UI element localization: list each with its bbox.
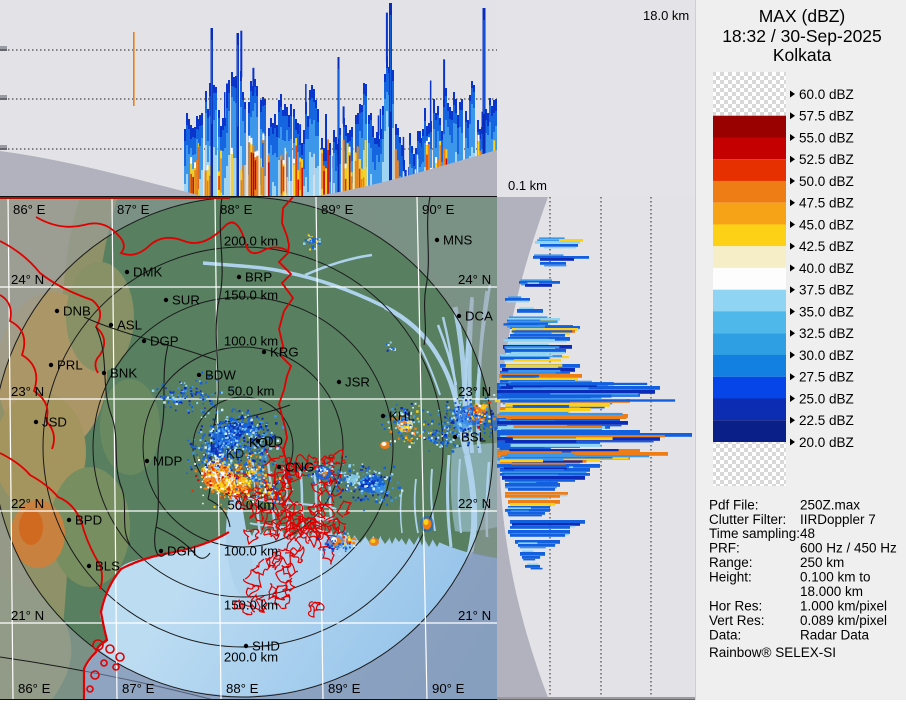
svg-text:100.0 km: 100.0 km (224, 544, 278, 559)
svg-text:BNK: BNK (110, 366, 137, 381)
svg-text:50.0 km: 50.0 km (228, 498, 275, 513)
svg-text:50.0 dBZ: 50.0 dBZ (799, 174, 854, 189)
svg-text:22.5 dBZ: 22.5 dBZ (799, 413, 854, 428)
svg-text:MDP: MDP (153, 454, 183, 469)
svg-text:200.0 km: 200.0 km (224, 234, 278, 249)
svg-text:BRP: BRP (245, 270, 272, 285)
svg-text:1.000 km/pixel: 1.000 km/pixel (800, 599, 887, 614)
svg-text:Clutter Filter:: Clutter Filter: (709, 512, 786, 527)
svg-text:BDW: BDW (205, 368, 236, 383)
svg-text:250 km: 250 km (800, 555, 844, 570)
svg-text:24° N: 24° N (11, 272, 44, 287)
svg-text:88° E: 88° E (226, 681, 259, 696)
svg-text:DCA: DCA (465, 309, 493, 324)
svg-text:BSL: BSL (461, 430, 486, 445)
svg-text:90° E: 90° E (432, 681, 465, 696)
svg-text:KOL: KOL (249, 435, 275, 450)
svg-text:DMK: DMK (133, 265, 163, 280)
svg-text:Time sampling:48: Time sampling:48 (709, 526, 815, 541)
svg-text:JSR: JSR (345, 375, 370, 390)
svg-text:ASL: ASL (117, 318, 142, 333)
svg-text:89° E: 89° E (328, 681, 361, 696)
svg-text:Height:: Height: (709, 570, 752, 585)
svg-text:18.0 km: 18.0 km (643, 8, 689, 23)
svg-text:PRF:: PRF: (709, 541, 740, 556)
svg-text:KD: KD (226, 446, 244, 461)
svg-text:JSD: JSD (42, 415, 67, 430)
svg-text:150.0 km: 150.0 km (224, 288, 278, 303)
svg-text:24° N: 24° N (458, 272, 491, 287)
svg-text:0.100 km to: 0.100 km to (800, 570, 871, 585)
svg-text:40.0 dBZ: 40.0 dBZ (799, 261, 854, 276)
svg-text:87° E: 87° E (122, 681, 155, 696)
svg-text:87° E: 87° E (117, 202, 150, 217)
svg-text:250Z.max: 250Z.max (800, 498, 860, 513)
svg-text:88° E: 88° E (220, 202, 253, 217)
svg-text:18:32 / 30-Sep-2025: 18:32 / 30-Sep-2025 (722, 26, 882, 46)
svg-text:0.089 km/pixel: 0.089 km/pixel (800, 613, 887, 628)
svg-text:Vert Res:: Vert Res: (709, 613, 765, 628)
svg-text:60.0 dBZ: 60.0 dBZ (799, 87, 854, 102)
svg-text:35.0 dBZ: 35.0 dBZ (799, 304, 854, 319)
svg-text:200.0 km: 200.0 km (224, 650, 278, 665)
svg-text:DGH: DGH (167, 544, 196, 559)
svg-text:Range:: Range: (709, 555, 753, 570)
svg-text:IIRDoppler 7: IIRDoppler 7 (800, 512, 876, 527)
svg-text:PRL: PRL (57, 358, 83, 373)
svg-text:23° N: 23° N (11, 384, 44, 399)
svg-text:22° N: 22° N (11, 496, 44, 511)
svg-text:32.5 dBZ: 32.5 dBZ (799, 326, 854, 341)
svg-text:86° E: 86° E (13, 202, 46, 217)
svg-text:Data:: Data: (709, 628, 741, 643)
svg-text:22° N: 22° N (458, 496, 491, 511)
svg-text:KHL: KHL (389, 409, 415, 424)
svg-text:150.0 km: 150.0 km (224, 598, 278, 613)
svg-text:30.0 dBZ: 30.0 dBZ (799, 348, 854, 363)
svg-text:86° E: 86° E (18, 681, 51, 696)
svg-text:27.5 dBZ: 27.5 dBZ (799, 370, 854, 385)
svg-text:CNG: CNG (285, 460, 314, 475)
svg-text:47.5 dBZ: 47.5 dBZ (799, 196, 854, 211)
svg-text:Kolkata: Kolkata (773, 45, 832, 65)
svg-text:52.5 dBZ: 52.5 dBZ (799, 152, 854, 167)
svg-text:45.0 dBZ: 45.0 dBZ (799, 217, 854, 232)
svg-text:90° E: 90° E (422, 202, 455, 217)
svg-text:42.5 dBZ: 42.5 dBZ (799, 239, 854, 254)
svg-text:Hor Res:: Hor Res: (709, 599, 762, 614)
svg-text:21° N: 21° N (11, 608, 44, 623)
svg-text:23° N: 23° N (458, 384, 491, 399)
svg-text:SUR: SUR (172, 293, 200, 308)
svg-text:600 Hz / 450 Hz: 600 Hz / 450 Hz (800, 541, 897, 556)
svg-text:Radar Data: Radar Data (800, 628, 870, 643)
svg-text:DNB: DNB (63, 304, 91, 319)
svg-text:55.0 dBZ: 55.0 dBZ (799, 130, 854, 145)
svg-text:37.5 dBZ: 37.5 dBZ (799, 283, 854, 298)
svg-text:57.5 dBZ: 57.5 dBZ (799, 109, 854, 124)
svg-text:Rainbow® SELEX-SI: Rainbow® SELEX-SI (709, 645, 836, 660)
svg-text:BPD: BPD (75, 513, 102, 528)
svg-text:21° N: 21° N (458, 608, 491, 623)
svg-text:MNS: MNS (443, 233, 473, 248)
svg-text:MAX (dBZ): MAX (dBZ) (759, 6, 846, 26)
svg-text:0.1 km: 0.1 km (508, 178, 547, 193)
svg-text:100.0 km: 100.0 km (224, 334, 278, 349)
svg-text:BLS: BLS (95, 559, 120, 574)
svg-text:89° E: 89° E (321, 202, 354, 217)
svg-text:20.0 dBZ: 20.0 dBZ (799, 435, 854, 450)
svg-text:DGP: DGP (150, 334, 179, 349)
svg-text:Pdf File:: Pdf File: (709, 498, 759, 513)
svg-text:25.0 dBZ: 25.0 dBZ (799, 391, 854, 406)
svg-text:50.0 km: 50.0 km (228, 384, 275, 399)
svg-text:18.000 km: 18.000 km (800, 584, 863, 599)
